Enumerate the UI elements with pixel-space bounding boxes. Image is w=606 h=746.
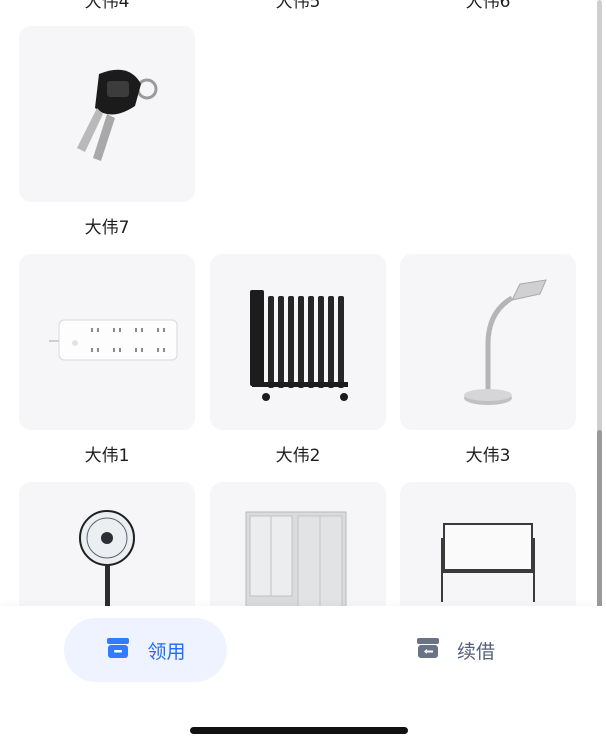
power-strip-icon <box>49 319 178 361</box>
item-label: 大伟5 <box>275 0 321 12</box>
grid-item-whiteboard[interactable] <box>400 482 576 606</box>
tab-collect[interactable]: 领用 <box>64 618 227 682</box>
grid-item-3[interactable] <box>400 254 576 430</box>
item-label: 大伟6 <box>465 0 511 12</box>
item-label: 大伟4 <box>84 0 130 12</box>
tab-label: 领用 <box>147 640 186 663</box>
grid-item-2[interactable] <box>210 254 386 430</box>
item-label: 大伟2 <box>275 446 321 466</box>
tab-renew[interactable]: 续借 <box>400 618 510 682</box>
grid-item-fan[interactable] <box>19 482 195 606</box>
car-key-icon <box>77 69 158 161</box>
item-label: 大伟3 <box>465 446 511 466</box>
tab-label: 续借 <box>456 640 495 663</box>
item-label: 大伟7 <box>84 218 130 238</box>
whiteboard-icon <box>441 523 535 602</box>
scrollbar[interactable] <box>597 0 602 636</box>
filing-cabinet-icon <box>245 511 347 606</box>
bottom-tab-bar: 领用 续借 <box>0 606 606 746</box>
desk-lamp-icon <box>464 279 547 405</box>
grid-item-cabinet[interactable] <box>210 482 386 606</box>
grid-item-7[interactable] <box>19 26 195 202</box>
renew-box-icon <box>415 635 441 666</box>
standing-fan-icon <box>79 510 135 606</box>
grid-item-1[interactable] <box>19 254 195 430</box>
home-indicator <box>190 727 408 734</box>
collect-box-icon <box>105 635 131 666</box>
item-label: 大伟1 <box>84 446 130 466</box>
item-grid: 大伟4 大伟5 大伟6 大伟7 大伟1 大伟2 大伟3 <box>0 0 606 606</box>
scrollbar-thumb[interactable] <box>597 430 602 630</box>
oil-heater-icon <box>250 290 348 401</box>
